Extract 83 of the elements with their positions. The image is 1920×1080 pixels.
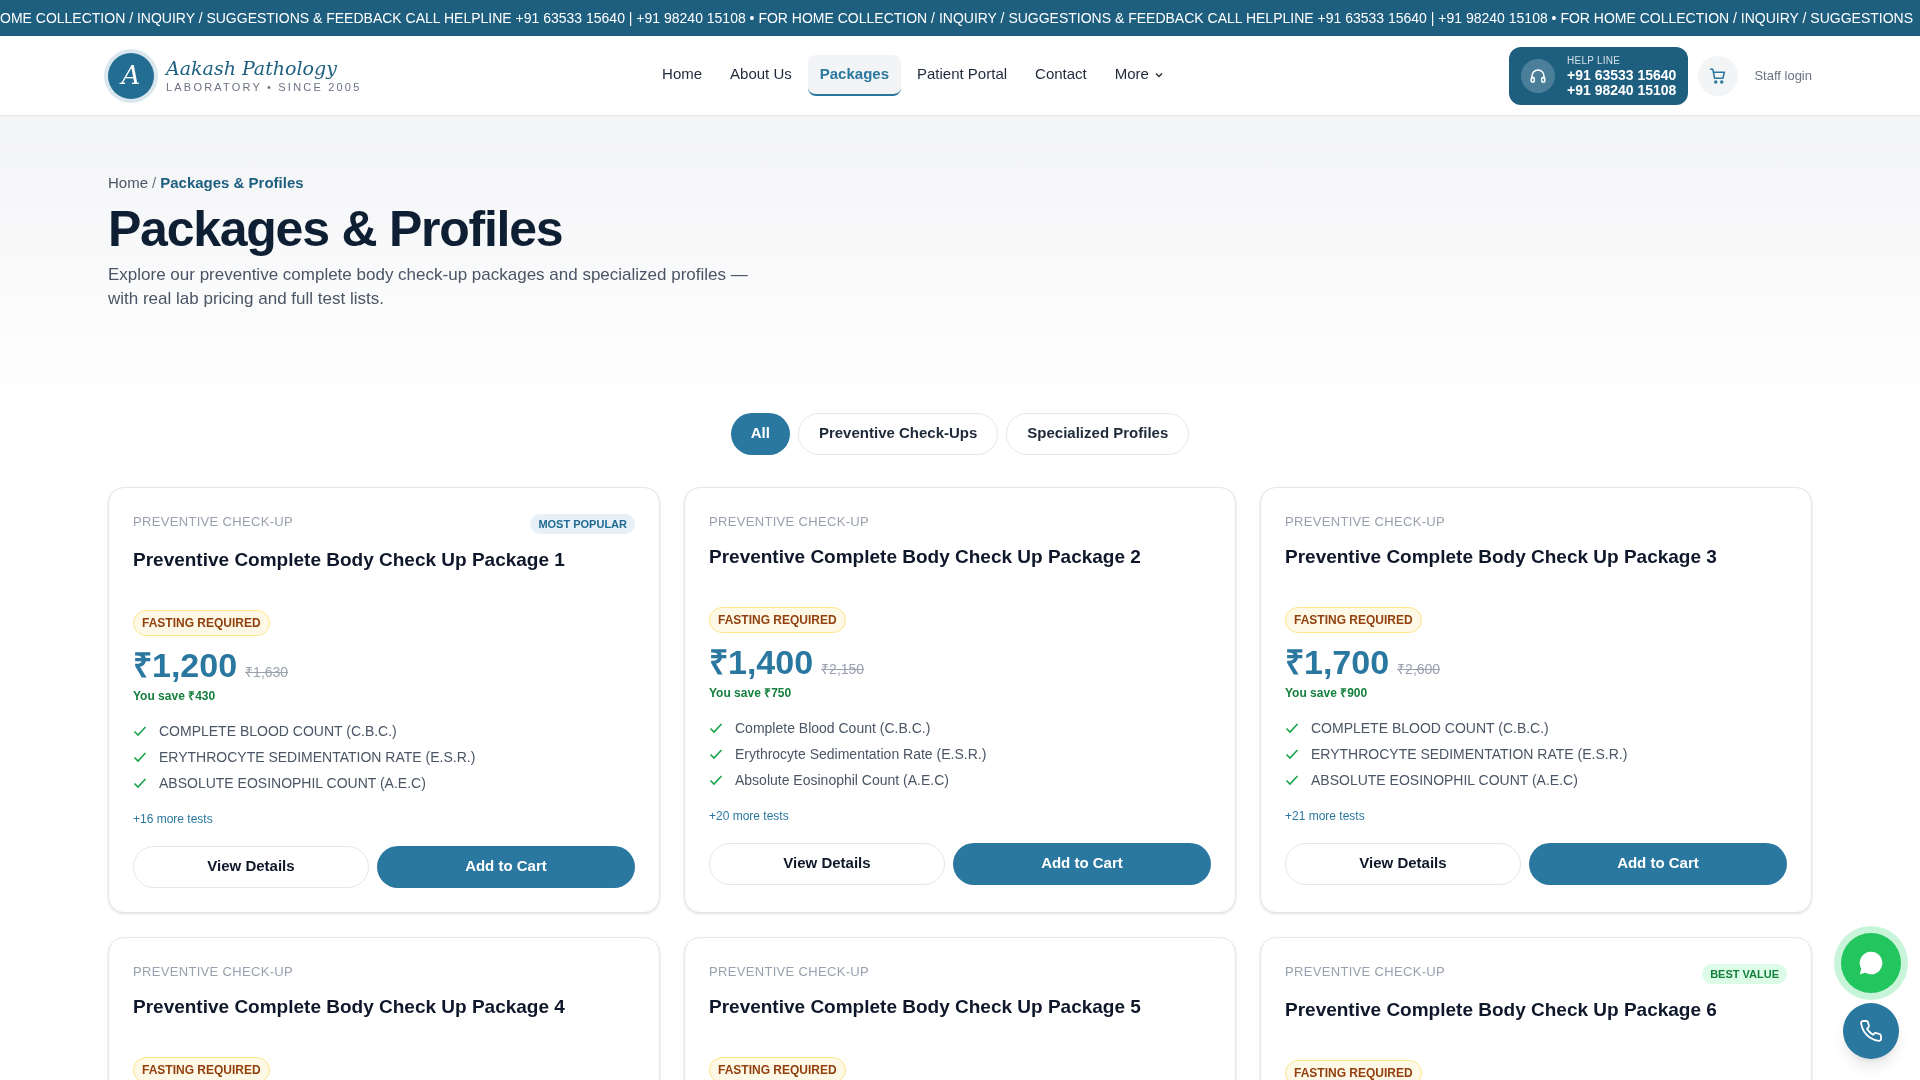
fasting-tag: FASTING REQUIRED bbox=[133, 610, 270, 636]
card-title: Preventive Complete Body Check Up Package 5 bbox=[709, 995, 1142, 1019]
breadcrumb-separator: / bbox=[152, 173, 157, 193]
fasting-tag: FASTING REQUIRED bbox=[1285, 1060, 1422, 1080]
check-icon bbox=[709, 773, 723, 787]
fasting-tag: FASTING REQUIRED bbox=[133, 1057, 270, 1080]
card-category: PREVENTIVE CHECK-UP bbox=[133, 512, 294, 531]
check-icon bbox=[1285, 773, 1299, 787]
check-icon bbox=[1285, 747, 1299, 761]
page-title: Packages & Profiles bbox=[108, 199, 564, 259]
original-price: ₹2,150 bbox=[821, 660, 865, 679]
card-category: PREVENTIVE CHECK-UP bbox=[709, 512, 870, 531]
card-title: Preventive Complete Body Check Up Package 4 bbox=[133, 995, 566, 1019]
original-price: ₹1,630 bbox=[245, 663, 289, 682]
fasting-tag: FASTING REQUIRED bbox=[709, 1057, 846, 1080]
card-category: PREVENTIVE CHECK-UP bbox=[1285, 512, 1446, 531]
test-name: Absolute Eosinophil Count (A.E.C) bbox=[735, 770, 949, 790]
check-icon bbox=[133, 750, 147, 764]
card-category: PREVENTIVE CHECK-UP bbox=[133, 962, 294, 981]
filter-tab[interactable]: All bbox=[730, 412, 790, 455]
add-to-cart-button[interactable]: Add to Cart bbox=[952, 842, 1211, 885]
breadcrumb-link[interactable]: Home bbox=[108, 172, 148, 195]
view-details-button[interactable]: View Details bbox=[133, 845, 369, 888]
card-category: PREVENTIVE CHECK-UP bbox=[1285, 962, 1446, 981]
cart-icon bbox=[1709, 66, 1728, 85]
savings-text: You save ₹430 bbox=[133, 687, 217, 705]
nav-link[interactable]: More bbox=[1102, 55, 1177, 96]
price: ₹1,400 bbox=[709, 642, 814, 683]
check-icon bbox=[133, 776, 147, 790]
headset-icon bbox=[1529, 66, 1547, 85]
brand-name: Aakash Pathology bbox=[166, 56, 338, 81]
test-name: Erythrocyte Sedimentation Rate (E.S.R.) bbox=[735, 744, 987, 764]
nav-link[interactable]: Packages bbox=[807, 55, 901, 96]
logo-mark: A bbox=[108, 52, 154, 99]
test-name: ABSOLUTE EOSINOPHIL COUNT (A.E.C) bbox=[1311, 770, 1578, 790]
test-name: Complete Blood Count (C.B.C.) bbox=[735, 718, 931, 738]
fasting-tag: FASTING REQUIRED bbox=[709, 607, 846, 633]
filter-tab[interactable]: Specialized Profiles bbox=[1006, 412, 1190, 455]
phone-icon bbox=[1859, 1019, 1883, 1043]
savings-text: You save ₹750 bbox=[709, 684, 793, 702]
check-icon bbox=[709, 721, 723, 735]
ticker-text: OME COLLECTION / INQUIRY / SUGGESTIONS & FEEDBACK CALL HELPLINE +91 63533 15640 | +91 98240 15108 • FOR HOME COLLECTION / INQUIRY / SUGGESTIONS & FEEDBACK CALL HELPLINE +91 63533 15640 | +91 98240 15108 • FOR HOME COLLECTION / INQUIRY / SUGGESTIONS bbox=[0, 8, 1914, 28]
card-title: Preventive Complete Body Check Up Package 2 bbox=[709, 545, 1142, 569]
check-icon bbox=[709, 747, 723, 761]
brand-tagline: LABORATORY • SINCE 2005 bbox=[166, 80, 362, 95]
nav-link[interactable]: About Us bbox=[718, 55, 804, 96]
add-to-cart-button[interactable]: Add to Cart bbox=[1528, 842, 1787, 885]
add-to-cart-button[interactable]: Add to Cart bbox=[376, 845, 635, 888]
price: ₹1,200 bbox=[133, 645, 238, 686]
price: ₹1,700 bbox=[1285, 642, 1390, 683]
more-tests-link[interactable]: +20 more tests bbox=[709, 808, 789, 823]
nav-link[interactable]: Contact bbox=[1023, 55, 1099, 96]
nav-link[interactable]: Patient Portal bbox=[905, 55, 1020, 96]
staff-login-link[interactable]: Staff login bbox=[1754, 65, 1812, 86]
helpline-card[interactable]: HELP LINE +91 63533 15640 +91 98240 15108 bbox=[1509, 46, 1689, 105]
view-details-button[interactable]: View Details bbox=[1285, 842, 1521, 885]
fasting-tag: FASTING REQUIRED bbox=[1285, 607, 1422, 633]
card-title: Preventive Complete Body Check Up Package 1 bbox=[133, 548, 566, 572]
phone-number: +91 63533 15640 bbox=[1567, 68, 1677, 83]
card-category: PREVENTIVE CHECK-UP bbox=[709, 962, 870, 981]
call-button[interactable] bbox=[1843, 1003, 1899, 1059]
check-icon bbox=[133, 724, 147, 738]
test-name: ERYTHROCYTE SEDIMENTATION RATE (E.S.R.) bbox=[159, 747, 476, 767]
breadcrumb-link[interactable]: Packages & Profiles bbox=[160, 172, 304, 195]
original-price: ₹2,600 bbox=[1397, 660, 1441, 679]
page-description: Explore our preventive complete body check-up packages and specialized profiles — with real lab pricing and full test lists. bbox=[108, 263, 749, 310]
phone-number: +91 98240 15108 bbox=[1567, 83, 1677, 98]
helpline-label: HELP LINE bbox=[1567, 54, 1622, 68]
test-name: ERYTHROCYTE SEDIMENTATION RATE (E.S.R.) bbox=[1311, 744, 1628, 764]
test-name: ABSOLUTE EOSINOPHIL COUNT (A.E.C) bbox=[159, 773, 426, 793]
check-icon bbox=[1285, 721, 1299, 735]
card-badge: MOST POPULAR bbox=[530, 513, 635, 534]
more-tests-link[interactable]: +21 more tests bbox=[1285, 808, 1365, 823]
card-title: Preventive Complete Body Check Up Package 6 bbox=[1285, 998, 1718, 1022]
test-name: COMPLETE BLOOD COUNT (C.B.C.) bbox=[159, 721, 397, 741]
savings-text: You save ₹900 bbox=[1285, 684, 1369, 702]
card-title: Preventive Complete Body Check Up Package 3 bbox=[1285, 545, 1718, 569]
more-tests-link[interactable]: +16 more tests bbox=[133, 811, 213, 826]
filter-tab[interactable]: Preventive Check-Ups bbox=[797, 412, 999, 455]
card-badge: BEST VALUE bbox=[1702, 963, 1787, 984]
nav-link[interactable]: Home bbox=[650, 55, 715, 96]
test-name: COMPLETE BLOOD COUNT (C.B.C.) bbox=[1311, 718, 1549, 738]
view-details-button[interactable]: View Details bbox=[709, 842, 945, 885]
